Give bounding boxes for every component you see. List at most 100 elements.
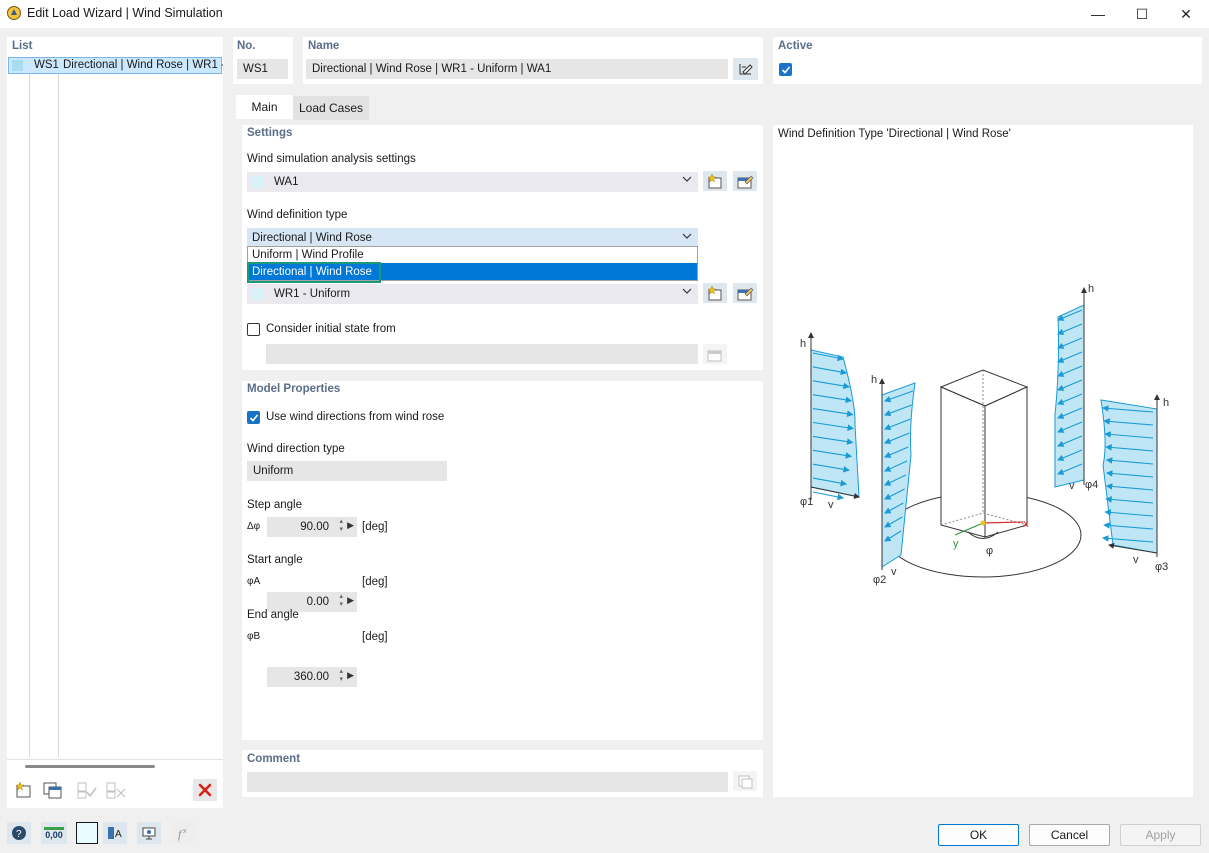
no-panel: No. WS1 — [233, 37, 293, 84]
settings-label: Settings — [247, 127, 293, 139]
list-column-divider — [58, 67, 59, 757]
analysis-settings-value: WA1 — [274, 176, 299, 188]
name-field[interactable]: Directional | Wind Rose | WR1 - Uniform … — [306, 59, 728, 79]
initial-state-label: Consider initial state from — [266, 323, 396, 335]
check-all-icon[interactable] — [75, 780, 99, 800]
close-button[interactable]: ✕ — [1163, 0, 1209, 28]
start-angle-value: 0.00 — [306, 596, 329, 608]
end-angle-unit: [deg] — [362, 631, 388, 643]
comment-label: Comment — [247, 753, 301, 765]
apply-button[interactable]: Apply — [1120, 824, 1201, 846]
start-angle-label: Start angle — [247, 554, 303, 566]
copy-item-icon[interactable] — [41, 780, 65, 800]
step-angle-value: 90.00 — [300, 521, 329, 533]
view-settings-icon[interactable] — [137, 822, 161, 844]
spinner-icon[interactable]: ▴ ▾ — [339, 668, 343, 684]
wind-profile-phi1 — [808, 332, 860, 500]
end-angle-symbol: φB — [247, 631, 261, 642]
cancel-button[interactable]: Cancel — [1029, 824, 1110, 846]
wind-profile-phi3 — [1100, 394, 1160, 557]
wind-profile-phi4 — [1054, 287, 1087, 488]
h-label: h — [871, 374, 877, 386]
spinner-icon[interactable]: ▴ ▾ — [339, 518, 343, 534]
play-icon[interactable]: ▶ — [347, 595, 354, 606]
list-item-swatch — [12, 60, 23, 71]
new-item-icon[interactable] — [12, 780, 36, 800]
building-box — [939, 369, 1029, 538]
name-label: Name — [308, 40, 340, 52]
new-analysis-icon[interactable] — [703, 171, 727, 191]
list-panel: List WS1 Directional | Wind Rose | WR1 - — [7, 37, 223, 808]
edit-wind-rose-icon[interactable] — [733, 283, 757, 303]
title-bar: Edit Load Wizard | Wind Simulation — ☐ ✕ — [0, 0, 1209, 28]
v-label: v — [1069, 480, 1075, 492]
use-wind-directions-checkbox[interactable] — [247, 411, 260, 424]
phi1-label: φ1 — [800, 496, 813, 508]
maximize-button[interactable]: ☐ — [1119, 0, 1165, 28]
step-angle-symbol: Δφ — [247, 521, 261, 532]
uncheck-all-icon[interactable] — [104, 780, 128, 800]
analysis-swatch — [252, 176, 264, 188]
chevron-down-icon — [682, 231, 692, 243]
wind-rose-select[interactable]: WR1 - Uniform — [247, 284, 698, 304]
play-icon[interactable]: ▶ — [347, 520, 354, 531]
name-panel: Name Directional | Wind Rose | WR1 - Uni… — [303, 37, 763, 84]
start-angle-symbol: φA — [247, 576, 261, 587]
initial-state-checkbox[interactable] — [247, 323, 260, 336]
edit-name-icon[interactable] — [733, 58, 758, 80]
list-scrollbar[interactable] — [25, 765, 155, 768]
formula-icon[interactable]: fx — [171, 822, 195, 844]
start-angle-unit: [deg] — [362, 576, 388, 588]
list-item[interactable]: WS1 Directional | Wind Rose | WR1 - — [8, 57, 223, 74]
new-wind-rose-icon[interactable] — [703, 283, 727, 303]
active-checkbox[interactable] — [779, 63, 792, 76]
svg-text:?: ? — [16, 829, 22, 840]
list-column-divider — [29, 67, 30, 757]
chevron-down-icon — [682, 287, 692, 298]
wind-rose-value: WR1 - Uniform — [274, 288, 351, 300]
list-item-name: Directional | Wind Rose | WR1 - — [63, 59, 223, 71]
spinner-icon[interactable]: ▴ ▾ — [339, 593, 343, 609]
wind-profile-phi2 — [879, 378, 916, 570]
delete-icon[interactable] — [193, 779, 217, 801]
play-icon[interactable]: ▶ — [347, 670, 354, 681]
model-properties-label: Model Properties — [247, 383, 341, 395]
text-format-icon[interactable]: A — [103, 822, 127, 844]
definition-type-label: Wind definition type — [247, 209, 348, 221]
list-label: List — [12, 40, 33, 52]
ok-button[interactable]: OK — [938, 824, 1019, 846]
end-angle-input[interactable]: 360.00 ▴ ▾ ▶ — [267, 667, 357, 687]
no-label: No. — [237, 40, 256, 52]
tab-load-cases[interactable]: Load Cases — [293, 96, 369, 120]
definition-type-select[interactable]: Directional | Wind Rose — [247, 228, 698, 248]
units-icon-text: 0,00 — [44, 826, 64, 840]
phi-label: φ — [986, 545, 993, 557]
wind-rose-swatch — [252, 288, 264, 300]
units-icon[interactable]: 0,00 — [41, 822, 67, 844]
step-angle-input[interactable]: 90.00 ▴ ▾ ▶ — [267, 517, 357, 537]
active-label: Active — [778, 40, 813, 52]
origin-dot — [980, 520, 986, 526]
tab-main[interactable]: Main — [236, 95, 293, 119]
diagram-panel: Wind Definition Type 'Directional | Wind… — [773, 125, 1193, 797]
comment-panel: Comment — [242, 750, 763, 797]
step-angle-label: Step angle — [247, 499, 302, 511]
comment-field[interactable] — [247, 772, 728, 792]
y-label: y — [953, 538, 959, 550]
direction-type-label: Wind direction type — [247, 443, 345, 455]
svg-text:x: x — [183, 828, 187, 835]
analysis-settings-select[interactable]: WA1 — [247, 172, 698, 192]
h-label: h — [1088, 283, 1094, 295]
edit-analysis-icon[interactable] — [733, 171, 757, 191]
edit-initial-state-icon — [703, 344, 727, 364]
no-field[interactable]: WS1 — [237, 59, 288, 79]
list-divider — [7, 759, 223, 760]
analysis-settings-label: Wind simulation analysis settings — [247, 153, 416, 165]
comment-library-icon[interactable] — [733, 771, 757, 791]
minimize-button[interactable]: — — [1075, 0, 1121, 28]
dropdown-option[interactable]: Uniform | Wind Profile — [248, 247, 697, 263]
active-panel: Active — [773, 37, 1202, 84]
color-swatch-icon[interactable] — [76, 822, 98, 844]
v-label: v — [891, 566, 897, 578]
help-icon[interactable]: ? — [7, 822, 31, 844]
